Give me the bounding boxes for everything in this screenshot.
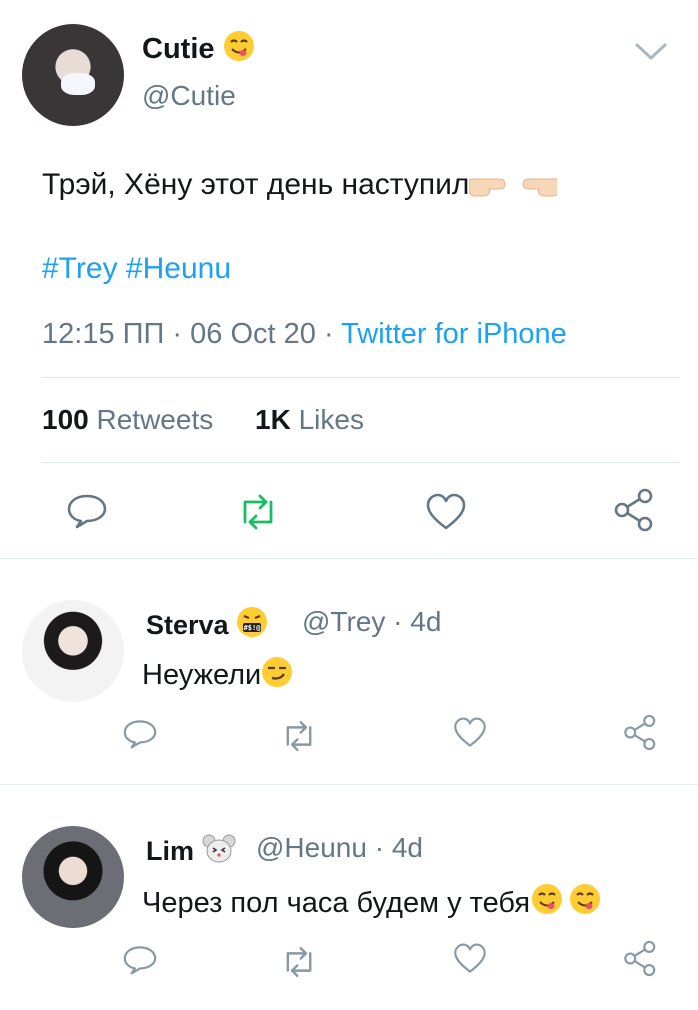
cursing-face-emoji-icon: #$!@ <box>237 607 268 637</box>
reply-text: Через пол часа будем у тебя <box>142 882 604 920</box>
reply-meta: @Trey · 4d <box>302 606 441 638</box>
reply-author-name-text: Sterva <box>146 610 229 640</box>
tweet-text-body: Трэй, Хёну этот день наступил <box>42 168 470 201</box>
likes-label: Likes <box>298 404 364 435</box>
author-handle[interactable]: @Cutie <box>142 80 236 112</box>
author-name-text: Cutie <box>142 33 215 65</box>
chevron-down-icon[interactable] <box>632 38 670 66</box>
meta-separator: · <box>323 318 334 350</box>
author-name[interactable]: Cutie <box>142 30 255 66</box>
reply-time: 4d <box>410 606 442 637</box>
yum-face-emoji-icon <box>223 31 254 61</box>
heart-icon[interactable] <box>452 942 488 975</box>
reply-avatar[interactable] <box>22 826 124 928</box>
likes-stat[interactable]: 1K Likes <box>255 404 364 435</box>
hashtag-trey[interactable]: #Trey <box>42 252 118 285</box>
hashtags: #Trey #Heunu <box>42 252 231 286</box>
tweet-date: 06 Oct 20 <box>190 318 316 350</box>
reply-time: 4d <box>391 832 423 863</box>
tweet-time: 12:15 ПП <box>42 318 165 350</box>
meta-separator: · <box>393 606 403 637</box>
face-mask <box>60 72 96 96</box>
smirk-face-emoji-icon <box>262 657 293 687</box>
yum-face-emoji-icon <box>532 884 601 914</box>
retweet-icon[interactable] <box>280 946 318 978</box>
likes-count: 1K <box>255 404 291 435</box>
tweet-text: Трэй, Хёну этот день наступил <box>42 166 558 202</box>
retweet-icon[interactable] <box>280 720 318 752</box>
meta-separator: · <box>172 318 183 350</box>
pointing-hands-emoji-icon <box>469 178 558 197</box>
reply-meta: @Heunu · 4d <box>256 832 423 864</box>
reply-icon[interactable] <box>122 944 158 976</box>
share-icon[interactable] <box>612 488 658 532</box>
tweet-meta: 12:15 ПП · 06 Oct 20 · Twitter for iPhon… <box>42 318 567 351</box>
reply-author-handle[interactable]: @Trey <box>302 606 385 637</box>
reply-icon[interactable] <box>122 718 158 750</box>
hashtag-heunu[interactable]: #Heunu <box>126 252 231 285</box>
retweets-count: 100 <box>42 404 89 435</box>
reply-text-body: Неужели <box>142 659 262 691</box>
reply-icon[interactable] <box>66 492 108 530</box>
reply-author-name[interactable]: Lim <box>146 832 236 867</box>
svg-text:#$!@: #$!@ <box>244 624 261 632</box>
divider <box>42 462 680 463</box>
section-divider <box>0 784 698 785</box>
reply-text: Неужели <box>142 656 293 692</box>
mouse-face-emoji-icon <box>202 834 236 863</box>
share-icon[interactable] <box>622 940 660 977</box>
heart-icon[interactable] <box>424 492 468 532</box>
reply-author-name[interactable]: Sterva #$!@ <box>146 606 268 641</box>
tweet-stats: 100 Retweets 1K Likes <box>42 404 364 436</box>
section-divider <box>0 558 698 559</box>
meta-separator: · <box>374 832 385 863</box>
tweet-detail-page: Cutie @Cutie Трэй, Хёну этот день наступ… <box>0 0 698 1010</box>
share-icon[interactable] <box>622 714 660 751</box>
reply-avatar[interactable] <box>22 600 124 702</box>
reply-author-name-text: Lim <box>146 836 195 866</box>
reply-author-handle[interactable]: @Heunu <box>256 832 367 863</box>
retweets-stat[interactable]: 100 Retweets <box>42 404 221 435</box>
retweet-icon[interactable] <box>236 494 280 530</box>
reply-text-body: Через пол часа будем у тебя <box>142 887 531 919</box>
author-avatar[interactable] <box>22 24 124 126</box>
retweets-label: Retweets <box>96 404 214 435</box>
divider <box>42 377 680 378</box>
tweet-source-link[interactable]: Twitter for iPhone <box>341 318 567 350</box>
heart-icon[interactable] <box>452 716 488 749</box>
